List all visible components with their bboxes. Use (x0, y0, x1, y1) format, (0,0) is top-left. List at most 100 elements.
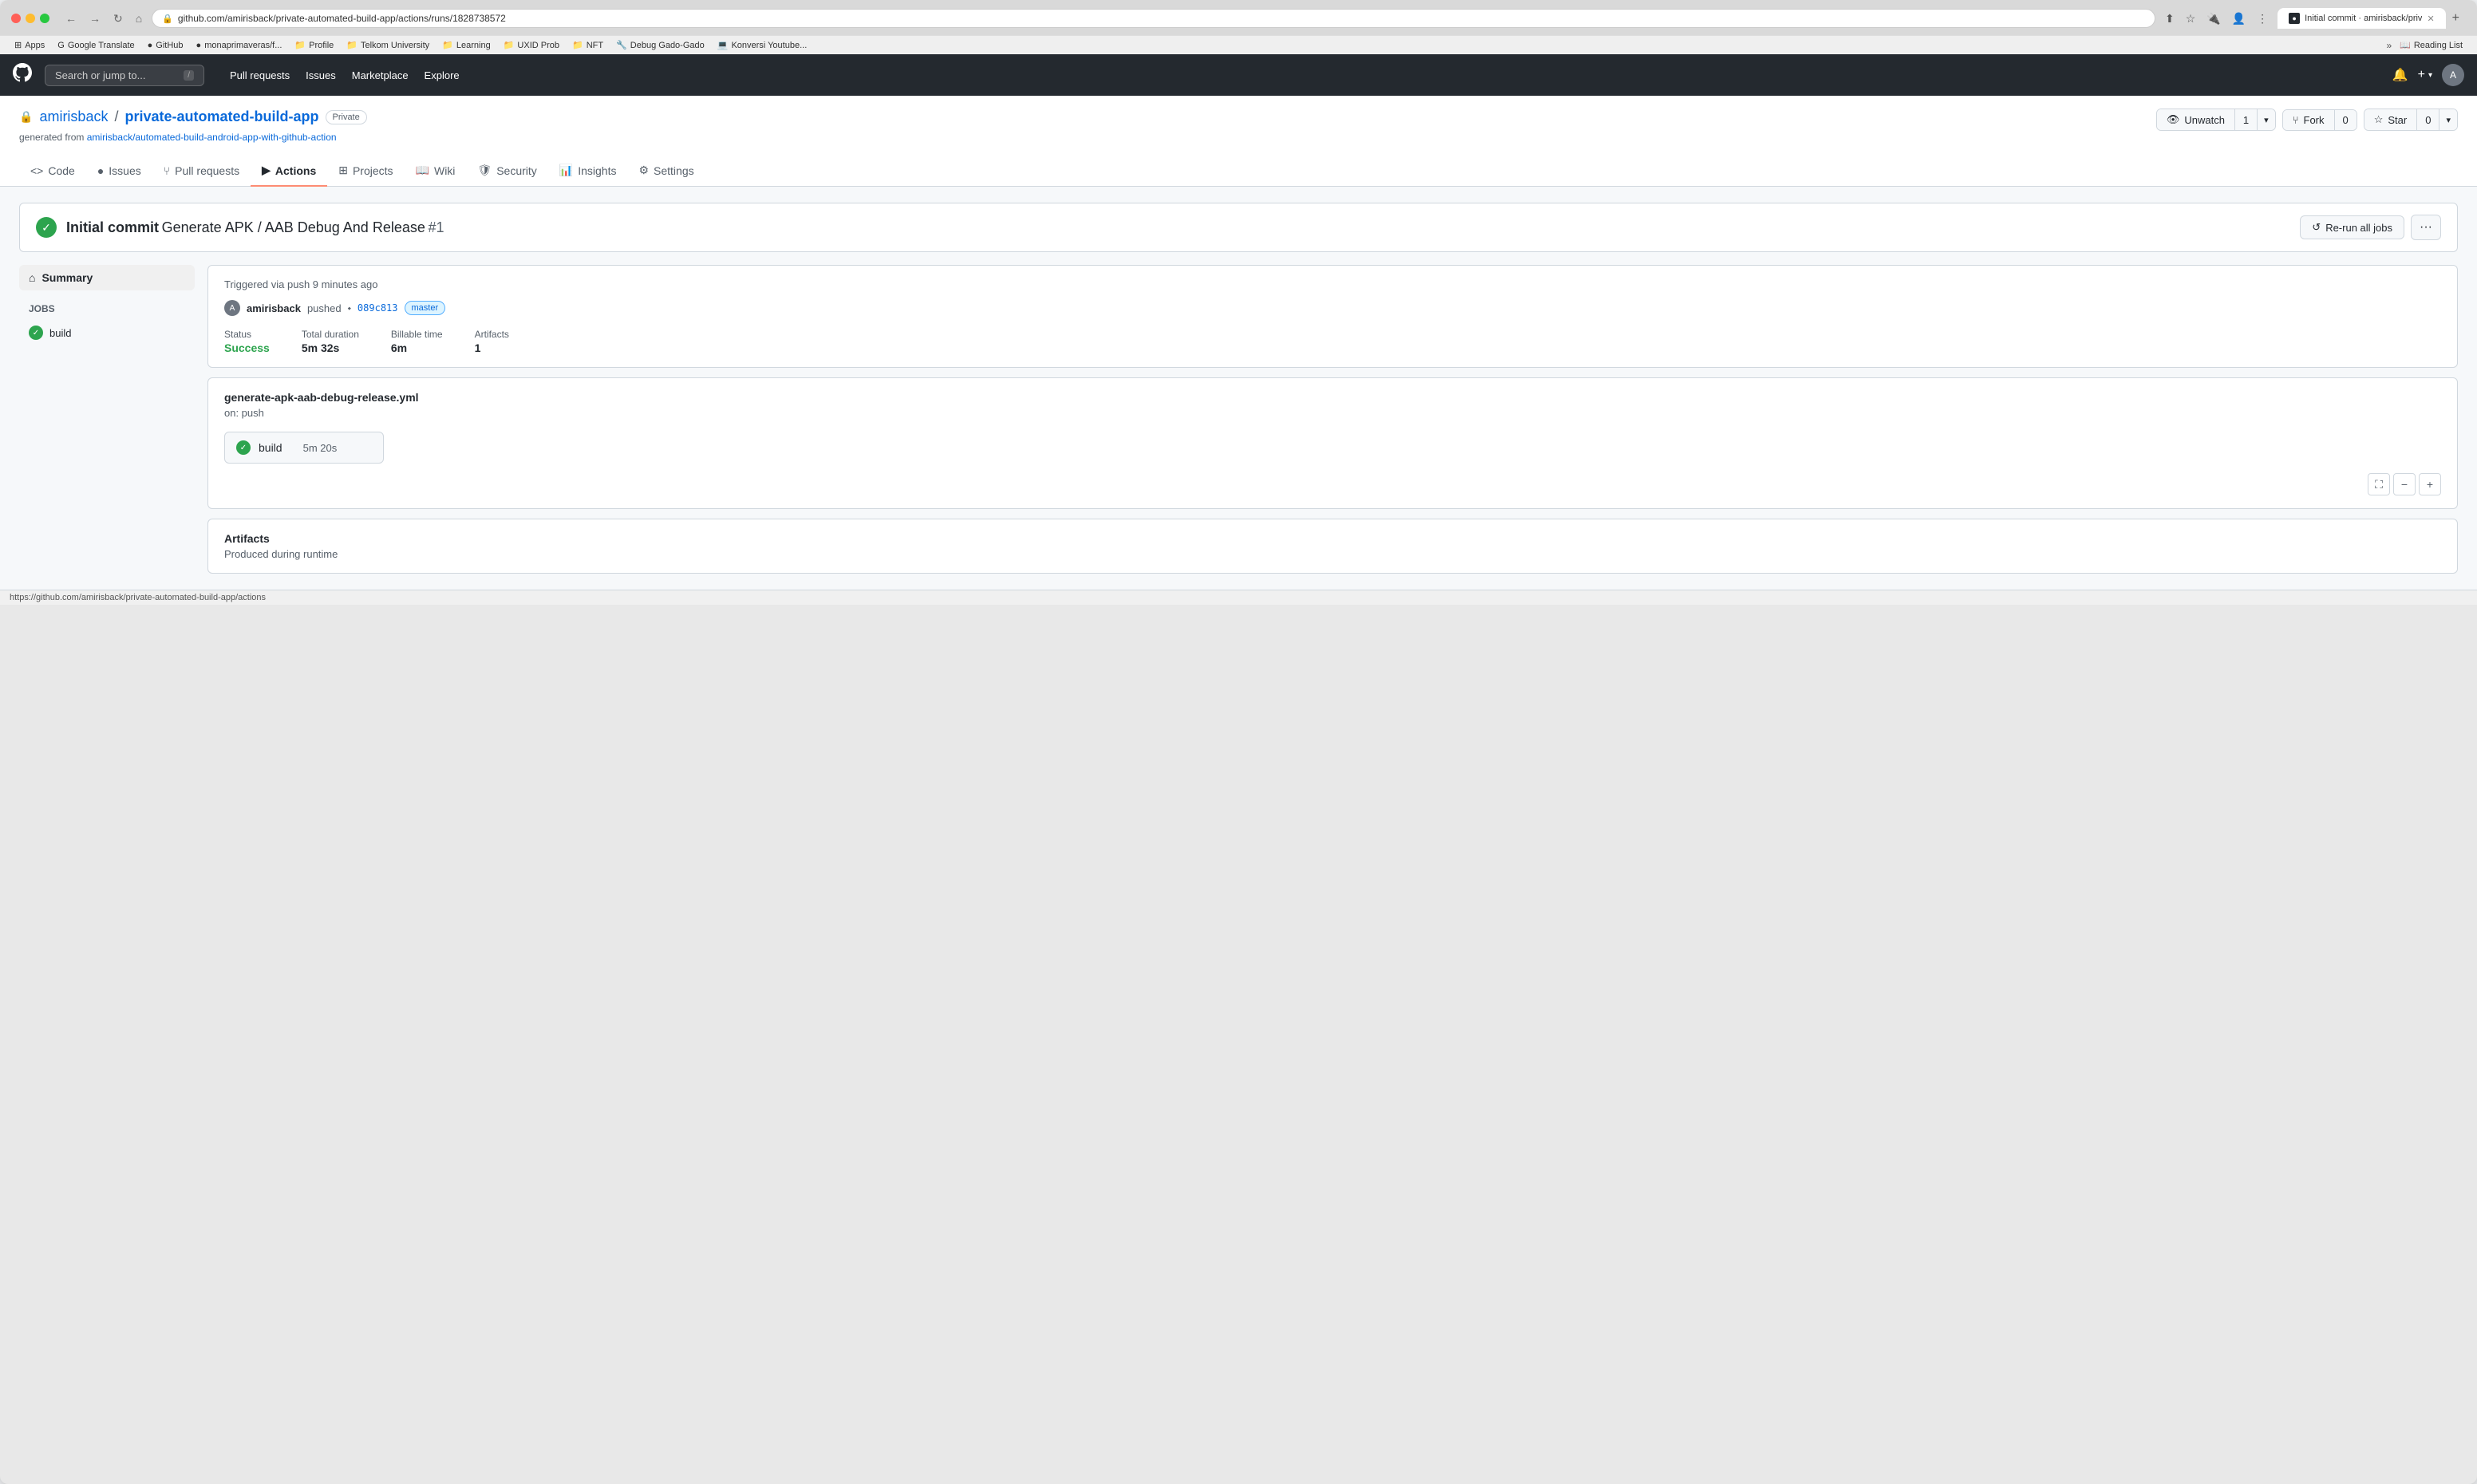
refresh-button[interactable]: ↻ (110, 10, 126, 27)
github-app: Search or jump to... / Pull requests Iss… (0, 54, 2477, 605)
tab-code[interactable]: <> Code (19, 156, 86, 187)
status-bar: https://github.com/amirisback/private-au… (0, 590, 2477, 605)
billable-label: Billable time (391, 329, 443, 340)
star-main-button[interactable]: ☆ Star (2364, 109, 2418, 130)
zoom-in-button[interactable]: + (2419, 473, 2441, 495)
wiki-tab-icon: 📖 (416, 164, 429, 177)
bookmark-debug[interactable]: 🔧 Debug Gado-Gado (611, 38, 709, 52)
main-content: ✓ Initial commit Generate APK / AAB Debu… (0, 187, 2477, 590)
watch-button-group: 👁 Unwatch 1 ▾ (2156, 109, 2276, 131)
fork-button-group: ⑂ Fork 0 (2282, 109, 2357, 131)
commit-hash[interactable]: 089c813 (358, 302, 398, 314)
search-bar[interactable]: Search or jump to... / (45, 65, 204, 86)
generated-from-link[interactable]: amirisback/automated-build-android-app-w… (87, 132, 337, 143)
fork-count-button[interactable]: 0 (2335, 110, 2357, 130)
tab-settings[interactable]: ⚙ Settings (627, 156, 705, 187)
run-trigger: Triggered via push 9 minutes ago (224, 278, 2441, 290)
watch-main-button[interactable]: 👁 Unwatch (2157, 109, 2235, 130)
new-tab-button[interactable]: + (2446, 8, 2466, 29)
bookmark-telkom[interactable]: 📁 Telkom University (342, 38, 434, 52)
share-button[interactable]: ⬆ (2162, 10, 2178, 27)
workflow-job-build-icon: ✓ (236, 440, 251, 455)
fullscreen-button[interactable]: ⛶ (2368, 473, 2390, 495)
trigger-username[interactable]: amirisback (247, 302, 301, 314)
bookmark-profile[interactable]: 📁 Profile (290, 38, 338, 52)
nav-marketplace[interactable]: Marketplace (346, 65, 415, 86)
browser-controls-row: ← → ↻ ⌂ 🔒 github.com/amirisback/private-… (11, 8, 2466, 29)
home-button[interactable]: ⌂ (132, 10, 145, 26)
watch-count-button[interactable]: 1 (2235, 109, 2257, 130)
workflow-job-build[interactable]: ✓ build 5m 20s (224, 432, 384, 464)
sidebar-job-build[interactable]: ✓ build (19, 321, 195, 345)
fork-main-button[interactable]: ⑂ Fork (2283, 110, 2335, 130)
repo-owner-link[interactable]: amirisback (39, 109, 108, 125)
forward-button[interactable]: → (86, 10, 104, 26)
active-tab[interactable]: ● Initial commit · amirisback/priv ✕ (2277, 8, 2446, 29)
rerun-all-jobs-button[interactable]: ↺ Re-run all jobs (2300, 215, 2404, 239)
tab-close-button[interactable]: ✕ (2427, 14, 2434, 24)
fork-icon: ⑂ (2293, 114, 2299, 126)
bookmark-nft[interactable]: 📁 NFT (567, 38, 608, 52)
nav-pull-requests[interactable]: Pull requests (223, 65, 296, 86)
github-logo[interactable] (13, 63, 32, 88)
close-button[interactable] (11, 14, 21, 23)
zoom-out-button[interactable]: − (2393, 473, 2416, 495)
google-translate-icon: G (57, 41, 65, 50)
repo-separator: / (114, 109, 118, 125)
url-text: github.com/amirisback/private-automated-… (178, 13, 506, 24)
extensions-button[interactable]: 🔌 (2203, 10, 2223, 27)
tab-issues[interactable]: ● Issues (86, 156, 152, 187)
more-options-button[interactable]: ··· (2411, 215, 2441, 240)
address-bar[interactable]: 🔒 github.com/amirisback/private-automate… (152, 9, 2155, 28)
summary-icon: ⌂ (29, 271, 35, 284)
pull-requests-tab-icon: ⑂ (164, 164, 170, 177)
bookmark-learning[interactable]: 📁 Learning (437, 38, 496, 52)
bookmark-monaprimaveras[interactable]: ● monaprimaveras/f... (192, 39, 287, 52)
bookmark-apps[interactable]: ⊞ Apps (10, 38, 49, 52)
star-count-button[interactable]: 0 (2417, 109, 2439, 130)
sidebar-job-build-label: build (49, 327, 71, 339)
search-placeholder: Search or jump to... (55, 69, 145, 81)
profile-button[interactable]: 👤 (2229, 10, 2249, 27)
bookmark-github[interactable]: ● GitHub (143, 39, 188, 52)
nav-explore[interactable]: Explore (418, 65, 466, 86)
bookmark-reading-list[interactable]: 📖 Reading List (2395, 38, 2467, 52)
menu-button[interactable]: ⋮ (2254, 10, 2271, 27)
commit-arrow: ⬩ (348, 302, 351, 314)
minimize-button[interactable] (26, 14, 35, 23)
sidebar-summary-item[interactable]: ⌂ Summary (19, 265, 195, 290)
back-button[interactable]: ← (62, 10, 80, 26)
tab-projects[interactable]: ⊞ Projects (327, 156, 404, 187)
projects-tab-icon: ⊞ (338, 164, 348, 177)
watch-dropdown-button[interactable]: ▾ (2257, 109, 2275, 130)
bookmark-google-translate[interactable]: G Google Translate (53, 39, 139, 52)
bookmarks-more[interactable]: » (2386, 40, 2392, 51)
create-button[interactable]: + ▾ (2418, 68, 2432, 82)
artifacts-stat: Artifacts 1 (475, 329, 509, 354)
tab-actions[interactable]: ▶ Actions (251, 156, 327, 187)
nav-issues[interactable]: Issues (299, 65, 342, 86)
generated-from-text: generated from (19, 132, 84, 143)
reading-list-icon: 📖 (2400, 40, 2411, 50)
bookmark-konversi[interactable]: 💻 Konversi Youtube... (713, 38, 812, 52)
learning-icon: 📁 (442, 40, 453, 50)
duration-label: Total duration (302, 329, 359, 340)
tab-wiki[interactable]: 📖 Wiki (405, 156, 467, 187)
settings-tab-label: Settings (654, 164, 694, 177)
bookmark-uxid[interactable]: 📁 UXID Prob (499, 38, 564, 52)
repo-name-link[interactable]: private-automated-build-app (124, 109, 318, 125)
notifications-button[interactable]: 🔔 (2392, 67, 2408, 83)
star-dropdown-button[interactable]: ▾ (2439, 109, 2457, 130)
actions-tab-icon: ▶ (262, 164, 271, 177)
tab-security[interactable]: 🛡 Security (466, 156, 547, 187)
user-avatar[interactable]: A (2442, 64, 2464, 86)
bookmark-button[interactable]: ☆ (2183, 10, 2199, 27)
maximize-button[interactable] (40, 14, 49, 23)
browser-window: ← → ↻ ⌂ 🔒 github.com/amirisback/private-… (0, 0, 2477, 1484)
sidebar-jobs-section: Jobs (19, 300, 195, 318)
repo-generated-from: generated from amirisback/automated-buil… (19, 132, 367, 143)
trigger-text: Triggered via push 9 minutes ago (224, 278, 377, 290)
tab-insights[interactable]: 📊 Insights (548, 156, 628, 187)
tab-pull-requests[interactable]: ⑂ Pull requests (152, 156, 251, 187)
security-tab-icon: 🛡 (477, 164, 492, 177)
